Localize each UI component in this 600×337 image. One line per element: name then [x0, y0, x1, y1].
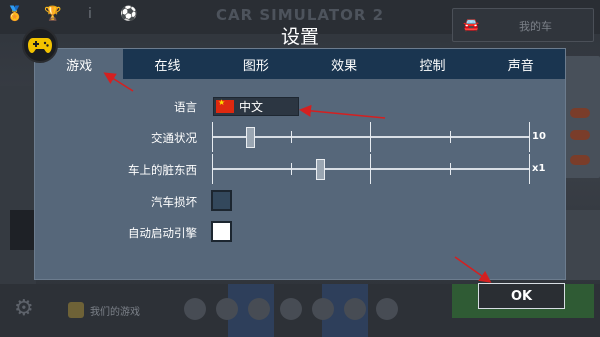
slider-tick — [529, 154, 530, 184]
instagram-icon[interactable] — [216, 298, 238, 320]
auto-start-checkbox[interactable] — [211, 221, 232, 242]
language-value: 中文 — [239, 100, 264, 114]
dirt-value: x1 — [532, 163, 546, 174]
trophy-icon[interactable]: 🏆 — [44, 6, 61, 22]
top-left-icons: 🏅 🏆 ⅰ ⚽ — [6, 6, 137, 22]
tab-controls[interactable]: 控制 — [388, 49, 476, 79]
slider-tick — [212, 154, 213, 184]
china-flag-icon — [216, 98, 234, 113]
traffic-value: 10 — [532, 131, 546, 142]
auto-start-label: 自动启动引擎 — [128, 226, 197, 240]
settings-content: 语言 中文 交通状况 10 车上的脏东西 x1 — [35, 79, 565, 279]
slider-tick — [212, 122, 213, 152]
social-links — [184, 298, 398, 320]
slider-thumb[interactable] — [246, 127, 255, 148]
gear-icon[interactable]: ⚙ — [14, 296, 34, 321]
dialog-title: 设置 — [280, 26, 319, 48]
settings-tabs: 游戏 在线 图形 效果 控制 声音 — [35, 49, 565, 79]
slider-tick — [291, 131, 292, 143]
traffic-slider[interactable] — [212, 122, 530, 152]
twitch-icon[interactable] — [248, 298, 270, 320]
right-badge — [570, 130, 590, 140]
traffic-label: 交通状况 — [151, 131, 197, 145]
ok-button[interactable]: OK — [478, 283, 565, 309]
slider-thumb[interactable] — [316, 159, 325, 180]
tab-effects[interactable]: 效果 — [300, 49, 388, 79]
like-icon[interactable] — [376, 298, 398, 320]
gamepad-badge — [22, 27, 58, 63]
info-icon[interactable]: ⅰ — [82, 6, 98, 22]
car-damage-checkbox[interactable] — [211, 190, 232, 211]
tab-online[interactable]: 在线 — [123, 49, 211, 79]
left-thumbnail — [10, 210, 36, 250]
youtube-icon[interactable] — [280, 298, 302, 320]
slider-tick — [370, 122, 371, 152]
soccer-icon[interactable]: ⚽ — [120, 6, 137, 22]
vk-icon[interactable] — [344, 298, 366, 320]
left-side-panel — [0, 86, 36, 286]
dirt-slider[interactable] — [212, 154, 530, 184]
slider-tick — [291, 163, 292, 175]
slider-tick — [450, 163, 451, 175]
language-label: 语言 — [174, 100, 197, 114]
my-games-icon — [68, 302, 84, 318]
slider-tick — [529, 122, 530, 152]
language-select[interactable]: 中文 — [213, 97, 299, 116]
slider-track — [212, 168, 530, 170]
slider-tick — [370, 154, 371, 184]
gamepad-icon — [28, 38, 52, 53]
right-badge — [570, 155, 590, 165]
right-side-panel-lower — [564, 210, 600, 280]
medal-icon[interactable]: 🏅 — [6, 6, 23, 22]
my-games-label[interactable]: 我们的游戏 — [90, 303, 140, 318]
slider-track — [212, 136, 530, 138]
tab-sound[interactable]: 声音 — [477, 49, 565, 79]
dirt-label: 车上的脏东西 — [128, 163, 197, 177]
tab-graphics[interactable]: 图形 — [212, 49, 300, 79]
slider-tick — [450, 131, 451, 143]
car-damage-label: 汽车损坏 — [151, 195, 197, 209]
facebook-icon[interactable] — [312, 298, 334, 320]
settings-dialog: 游戏 在线 图形 效果 控制 声音 语言 中文 交通状况 10 车上的脏东西 — [34, 48, 566, 280]
telegram-icon[interactable] — [184, 298, 206, 320]
right-badge — [570, 108, 590, 118]
